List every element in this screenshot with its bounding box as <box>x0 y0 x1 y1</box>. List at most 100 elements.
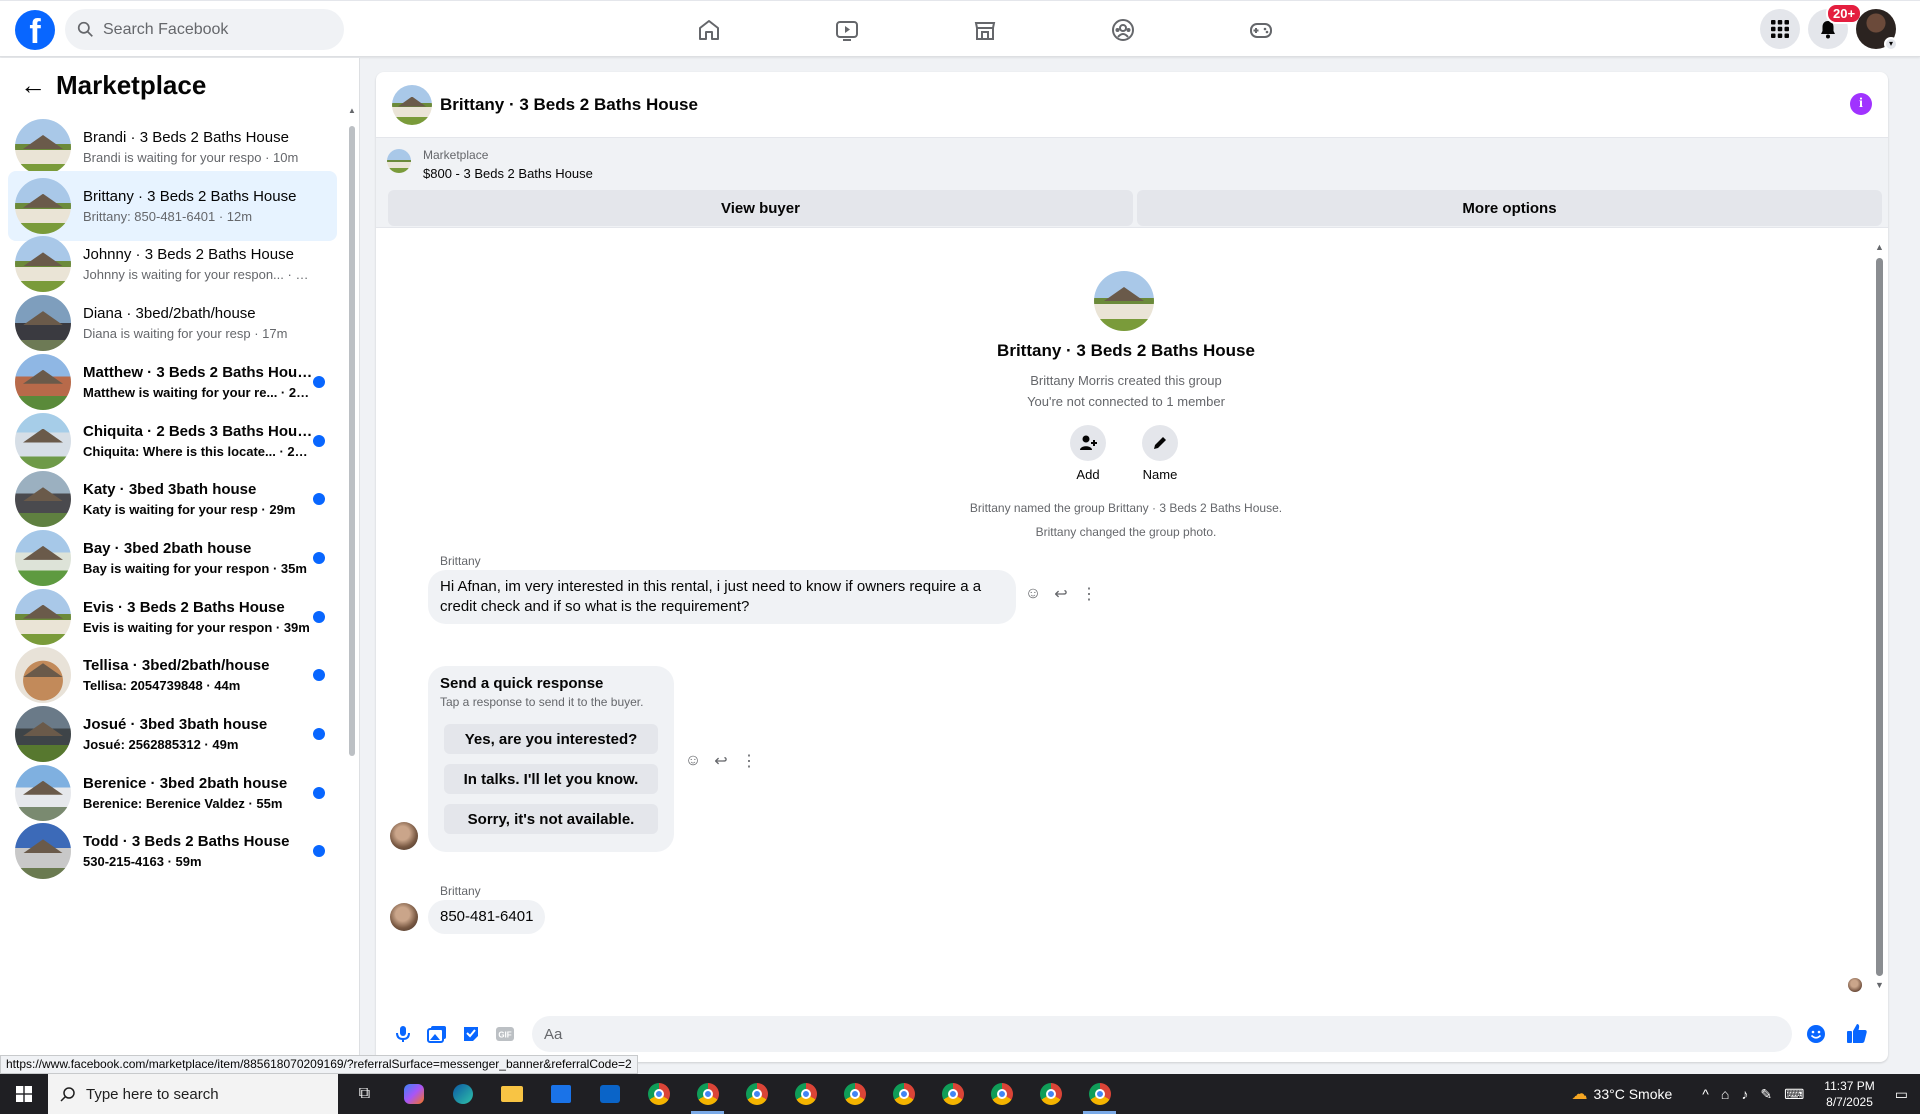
taskbar-app-chrome[interactable] <box>634 1074 683 1114</box>
menu-button[interactable] <box>1760 9 1800 49</box>
nav-video[interactable] <box>778 9 916 50</box>
search-input[interactable] <box>103 20 323 39</box>
weather-widget[interactable]: ☁ 33°C Smoke <box>1572 1084 1673 1104</box>
message-composer: GIF <box>376 1006 1888 1062</box>
react-icon[interactable]: ☺ <box>1024 585 1042 603</box>
taskbar-app-store[interactable] <box>536 1074 585 1114</box>
task-view-icon: ⧉ <box>358 1085 371 1102</box>
taskbar-app-chrome[interactable] <box>830 1074 879 1114</box>
like-button[interactable] <box>1840 1016 1874 1050</box>
clock[interactable]: 11:37 PM 8/7/2025 <box>1824 1078 1874 1110</box>
scrollbar-thumb[interactable] <box>1876 258 1883 976</box>
view-buyer-button[interactable]: View buyer <box>388 190 1133 226</box>
scroll-up-icon[interactable]: ▲ <box>348 106 356 115</box>
taskbar-app-edge[interactable] <box>438 1074 487 1114</box>
sticker-button[interactable] <box>454 1017 488 1051</box>
more-options-button[interactable]: More options <box>1137 190 1882 226</box>
sender-avatar[interactable] <box>390 903 418 931</box>
add-person-icon <box>1080 435 1097 450</box>
chevron-up-icon[interactable]: ^ <box>1702 1086 1709 1102</box>
emoji-button[interactable] <box>1799 1017 1833 1051</box>
group-title: Brittany · 3 Beds 2 Baths House <box>997 341 1255 360</box>
taskbar-app-chrome[interactable] <box>928 1074 977 1114</box>
chat-thumbnail[interactable] <box>392 84 432 125</box>
info-icon[interactable]: i <box>1850 93 1872 115</box>
unread-dot <box>313 375 325 388</box>
quick-response-option[interactable]: In talks. I'll let you know. <box>444 764 658 794</box>
clock-date: 8/7/2025 <box>1826 1095 1873 1109</box>
emoji-icon <box>1807 1025 1825 1043</box>
unread-dot <box>313 845 325 858</box>
listing-thumbnail[interactable] <box>387 149 411 173</box>
back-arrow-icon[interactable]: ← <box>20 70 56 101</box>
unread-dot <box>313 434 325 447</box>
message-bubble[interactable]: 850-481-6401 <box>428 900 546 934</box>
gif-button[interactable]: GIF <box>488 1017 522 1051</box>
notifications-button[interactable]: 20+ <box>1808 3 1863 49</box>
conversation-item[interactable]: Todd · 3 Beds 2 Baths House 530-215-4163 … <box>8 816 337 886</box>
add-member-button[interactable]: Add <box>1058 425 1118 482</box>
listing-price-title[interactable]: $800 - 3 Beds 2 Baths House <box>423 166 593 181</box>
sidebar-scrollbar[interactable]: ▲ <box>348 106 357 1074</box>
nav-home[interactable] <box>640 9 778 50</box>
facebook-logo[interactable]: f <box>15 10 55 50</box>
quick-response-option[interactable]: Yes, are you interested? <box>444 724 658 754</box>
unread-dot <box>313 493 325 506</box>
voice-clip-button[interactable] <box>386 1017 420 1051</box>
quick-response-title: Send a quick response <box>440 675 604 692</box>
taskbar-app-outlook[interactable] <box>585 1074 634 1114</box>
thumbs-up-icon <box>1847 1024 1867 1043</box>
unread-dot <box>313 610 325 623</box>
pen-icon[interactable]: ✎ <box>1760 1086 1772 1103</box>
profile-avatar[interactable]: ▾ <box>1856 9 1898 51</box>
message-sender: Brittany <box>440 884 481 898</box>
taskbar-app-explorer[interactable] <box>487 1074 536 1114</box>
chrome-icon <box>696 1083 719 1105</box>
keyboard-icon[interactable]: ⌨ <box>1784 1086 1804 1103</box>
conversation-preview: Brittany: 850-481-6401 · 12m <box>83 208 253 224</box>
chat-title[interactable]: Brittany · 3 Beds 2 Baths House <box>440 95 698 115</box>
task-view-button[interactable]: ⧉ <box>340 1074 389 1114</box>
react-icon[interactable]: ☺ <box>684 752 702 770</box>
reply-icon[interactable]: ↩ <box>1052 584 1070 604</box>
more-icon[interactable]: ⋮ <box>740 751 758 771</box>
pencil-icon <box>1154 437 1166 449</box>
nav-gaming[interactable] <box>1192 9 1330 50</box>
network-icon[interactable]: ⌂ <box>1721 1086 1729 1102</box>
reply-icon[interactable]: ↩ <box>712 751 730 771</box>
system-message: Brittany changed the group photo. <box>1035 525 1217 539</box>
message-bubble[interactable]: Hi Afnan, im very interested in this ren… <box>428 570 1016 624</box>
conversation-title: Matthew · 3 Beds 2 Baths House <box>83 363 313 381</box>
attach-photo-button[interactable] <box>420 1017 454 1051</box>
scroll-up-icon[interactable]: ▲ <box>1875 242 1884 252</box>
taskbar-app-chrome[interactable] <box>1026 1074 1075 1114</box>
name-group-button[interactable]: Name <box>1130 425 1190 482</box>
taskbar-app-chrome[interactable] <box>683 1074 732 1114</box>
taskbar-app-chrome[interactable] <box>879 1074 928 1114</box>
speaker-icon[interactable]: ♪ <box>1741 1086 1748 1102</box>
start-button[interactable] <box>0 1074 48 1114</box>
groups-icon <box>1112 18 1134 41</box>
scroll-down-icon[interactable]: ▼ <box>1875 980 1884 990</box>
sidebar-header: ← Marketplace <box>0 58 359 112</box>
nav-marketplace[interactable] <box>916 9 1054 50</box>
search-box[interactable] <box>65 9 344 50</box>
listing-thumbnail <box>15 353 71 410</box>
scrollbar-thumb[interactable] <box>349 126 355 756</box>
read-receipt-avatar <box>1848 978 1862 992</box>
taskbar-app-chrome[interactable] <box>781 1074 830 1114</box>
conversation-text: Chiquita · 2 Beds 3 Baths House Chiquita:… <box>83 423 313 459</box>
quick-response-option[interactable]: Sorry, it's not available. <box>444 804 658 834</box>
taskbar-search[interactable]: Type here to search <box>48 1074 338 1114</box>
taskbar-app-chrome[interactable] <box>1075 1074 1124 1114</box>
taskbar-app-copilot[interactable] <box>389 1074 438 1114</box>
more-icon[interactable]: ⋮ <box>1080 584 1098 604</box>
nav-groups[interactable] <box>1054 9 1192 50</box>
sender-avatar[interactable] <box>390 822 418 850</box>
listing-thumbnail <box>15 823 71 880</box>
taskbar-app-chrome[interactable] <box>732 1074 781 1114</box>
message-input[interactable] <box>532 1016 1792 1052</box>
chat-scrollbar[interactable]: ▲ ▼ <box>1874 242 1884 992</box>
notification-center-icon[interactable]: ▭ <box>1895 1086 1908 1103</box>
taskbar-app-chrome[interactable] <box>977 1074 1026 1114</box>
